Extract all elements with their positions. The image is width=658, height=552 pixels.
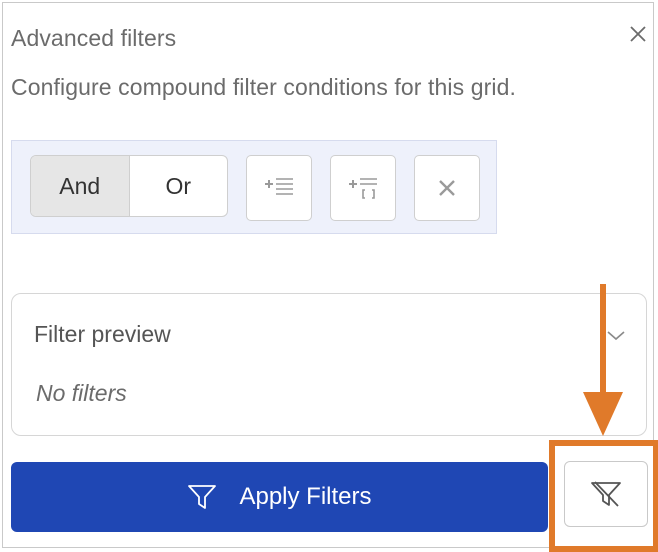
add-group-icon	[349, 178, 377, 199]
add-group-button[interactable]	[330, 155, 396, 221]
panel-title: Advanced filters	[11, 25, 177, 51]
logic-and-button[interactable]: And	[31, 156, 130, 216]
close-icon	[630, 26, 646, 42]
add-rule-button[interactable]	[246, 155, 312, 221]
close-icon	[439, 180, 455, 196]
remove-button[interactable]	[414, 155, 480, 221]
annotation-arrow	[583, 284, 623, 436]
logic-toggle: And Or	[30, 155, 228, 217]
logic-or-button[interactable]: Or	[130, 156, 228, 216]
apply-filters-button[interactable]: Apply Filters	[11, 462, 548, 532]
filter-preview-title: Filter preview	[34, 321, 171, 347]
close-button[interactable]	[625, 21, 651, 47]
advanced-filters-panel: Advanced filters Configure compound filt…	[2, 2, 658, 552]
filter-preview: Filter preview No filters	[11, 293, 647, 436]
filter-toolbar: And Or	[11, 140, 497, 234]
filter-preview-empty: No filters	[36, 380, 127, 406]
annotation-highlight	[549, 440, 658, 552]
apply-filters-label: Apply Filters	[239, 483, 372, 510]
filter-icon	[187, 483, 217, 511]
panel-description: Configure compound filter conditions for…	[11, 74, 516, 100]
add-rule-icon	[265, 178, 293, 195]
